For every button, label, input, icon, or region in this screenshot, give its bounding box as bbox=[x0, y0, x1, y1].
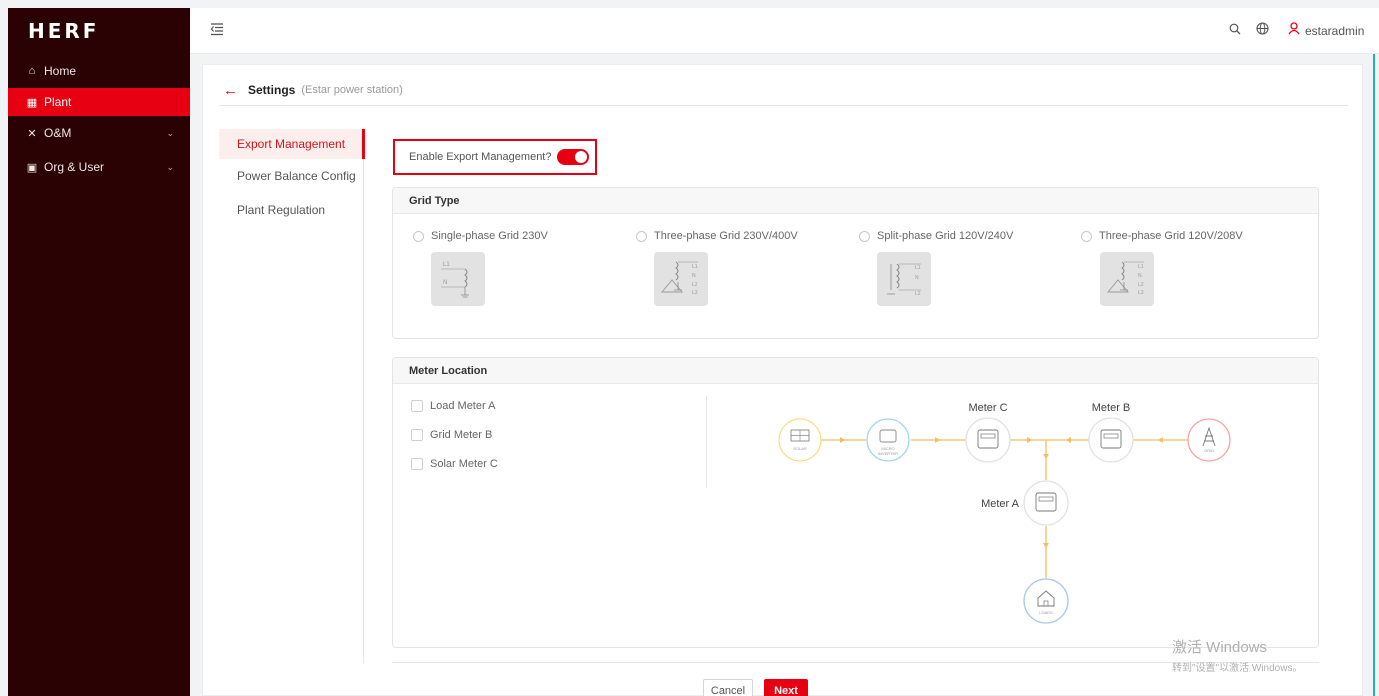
sidebar-item-label: Plant bbox=[44, 95, 72, 109]
svg-text:L2: L2 bbox=[1138, 282, 1144, 288]
sidebar-item-label: Home bbox=[44, 64, 77, 78]
grid-node: GRID bbox=[1187, 418, 1231, 462]
svg-text:L3: L3 bbox=[692, 290, 698, 296]
sidebar-item-om[interactable]: ✕ O&M ⌄ bbox=[8, 116, 190, 150]
solar-label: SOLAR bbox=[793, 446, 807, 451]
grid-label: GRID bbox=[1204, 448, 1214, 453]
back-arrow-icon[interactable]: ← bbox=[223, 83, 238, 98]
grid-option-label: Split-phase Grid 120V/240V bbox=[877, 230, 1014, 242]
user-avatar-icon[interactable] bbox=[1288, 22, 1300, 35]
radio-button[interactable] bbox=[859, 230, 870, 242]
home-icon: ⌂ bbox=[28, 65, 36, 77]
loads-label: LOADS bbox=[1039, 610, 1053, 615]
tab-export-management[interactable]: Export Management bbox=[219, 129, 365, 159]
plant-icon: ▦ bbox=[26, 96, 38, 109]
page-title: Settings bbox=[248, 83, 296, 97]
svg-text:N: N bbox=[915, 275, 919, 281]
tools-icon: ✕ bbox=[27, 127, 37, 140]
enable-export-toggle[interactable] bbox=[557, 149, 590, 165]
meter-a-node bbox=[1023, 480, 1069, 526]
tab-power-balance-config[interactable]: Power Balance Config bbox=[219, 159, 363, 193]
svg-text:N: N bbox=[1138, 273, 1142, 279]
grid-type-title: Grid Type bbox=[393, 188, 1318, 214]
windows-activation-watermark: 激活 Windows 转到"设置"以激活 Windows。 bbox=[1172, 636, 1302, 674]
grid-option-label: Three-phase Grid 230V/400V bbox=[654, 230, 798, 242]
sidebar-item-org-user[interactable]: ▣ Org & User ⌄ bbox=[8, 150, 190, 184]
chevron-down-icon: ⌄ bbox=[166, 127, 174, 138]
grid-option-label: Three-phase Grid 120V/208V bbox=[1099, 230, 1243, 242]
watermark-line-2: 转到"设置"以激活 Windows。 bbox=[1172, 663, 1303, 674]
search-icon[interactable] bbox=[1229, 23, 1241, 35]
settings-card: ← Settings (Estar power station) Export … bbox=[202, 64, 1363, 696]
username[interactable]: estaradmin bbox=[1305, 24, 1364, 38]
next-button[interactable]: Next bbox=[764, 679, 808, 696]
grid-option-three-phase-120-208[interactable]: Three-phase Grid 120V/208V bbox=[1081, 230, 1243, 242]
sidebar-item-home[interactable]: ⌂ Home bbox=[8, 54, 190, 88]
meter-location-diagram: SOLAR MICRO INVERTER Meter C Meter B GRI… bbox=[778, 402, 1231, 624]
chevron-down-icon: ⌄ bbox=[166, 161, 174, 172]
org-icon: ▣ bbox=[26, 161, 38, 174]
micro-inverter-node: MICRO INVERTER bbox=[866, 418, 910, 462]
top-header: estaradmin bbox=[190, 8, 1379, 54]
watermark-line-1: 激活 Windows bbox=[1172, 639, 1268, 656]
svg-text:L2: L2 bbox=[915, 291, 921, 297]
meter-c-label: Meter C bbox=[968, 402, 1007, 414]
svg-text:L1: L1 bbox=[1138, 264, 1144, 270]
tab-plant-regulation[interactable]: Plant Regulation bbox=[219, 193, 363, 227]
three-phase-transformer-icon: L1 N L2 L3 bbox=[654, 252, 708, 306]
page-subtitle: (Estar power station) bbox=[301, 84, 403, 96]
sidebar: HERF ⌂ Home ▦ Plant ✕ O&M ⌄ ▣ Org & User… bbox=[8, 8, 190, 696]
svg-text:L2: L2 bbox=[692, 282, 698, 288]
cancel-button[interactable]: Cancel bbox=[703, 679, 753, 696]
svg-text:N: N bbox=[692, 273, 696, 279]
solar-node: SOLAR bbox=[778, 418, 822, 462]
svg-text:L1: L1 bbox=[443, 262, 450, 268]
settings-tabs: Export Management Power Balance Config P… bbox=[219, 129, 365, 663]
meter-a-label: Meter A bbox=[981, 498, 1020, 510]
svg-text:L3: L3 bbox=[1138, 290, 1144, 296]
language-globe-icon[interactable] bbox=[1256, 22, 1269, 35]
meter-b-label: Meter B bbox=[1092, 402, 1131, 414]
radio-button[interactable] bbox=[636, 230, 647, 242]
inverter-label: INVERTER bbox=[878, 451, 898, 456]
sidebar-item-label: Org & User bbox=[44, 160, 105, 174]
svg-text:L1: L1 bbox=[692, 264, 698, 270]
svg-text:L1: L1 bbox=[915, 265, 921, 271]
scroll-accent-bar bbox=[1373, 54, 1375, 696]
sidebar-item-label: O&M bbox=[44, 126, 72, 140]
enable-export-label: Enable Export Management? bbox=[409, 151, 552, 163]
svg-text:N: N bbox=[443, 280, 447, 286]
page-title-row: ← Settings (Estar power station) bbox=[223, 81, 403, 99]
split-phase-transformer-icon: L1 N L2 bbox=[877, 252, 931, 306]
meter-b-node bbox=[1088, 417, 1134, 463]
meter-location-panel: Meter Location Load Meter A Grid Meter B… bbox=[392, 357, 1319, 648]
three-phase-transformer-icon: L1 N L2 L3 bbox=[1100, 252, 1154, 306]
radio-button[interactable] bbox=[413, 230, 424, 242]
enable-export-management-box: Enable Export Management? bbox=[393, 139, 597, 175]
grid-option-three-phase-230-400[interactable]: Three-phase Grid 230V/400V bbox=[636, 230, 798, 242]
grid-option-split-phase-120-240[interactable]: Split-phase Grid 120V/240V bbox=[859, 230, 1013, 242]
meter-c-node bbox=[965, 417, 1011, 463]
radio-button[interactable] bbox=[1081, 230, 1092, 242]
grid-option-single-phase-230[interactable]: Single-phase Grid 230V bbox=[413, 230, 548, 242]
menu-collapse-icon[interactable] bbox=[210, 22, 224, 36]
grid-type-panel: Grid Type Single-phase Grid 230V Three-p… bbox=[392, 187, 1319, 339]
grid-option-label: Single-phase Grid 230V bbox=[431, 230, 548, 242]
divider bbox=[219, 105, 1348, 106]
loads-node: LOADS bbox=[1023, 578, 1069, 624]
brand-logo: HERF bbox=[28, 19, 100, 43]
single-phase-transformer-icon: L1 N bbox=[431, 252, 485, 306]
sidebar-item-plant[interactable]: ▦ Plant bbox=[8, 88, 190, 116]
